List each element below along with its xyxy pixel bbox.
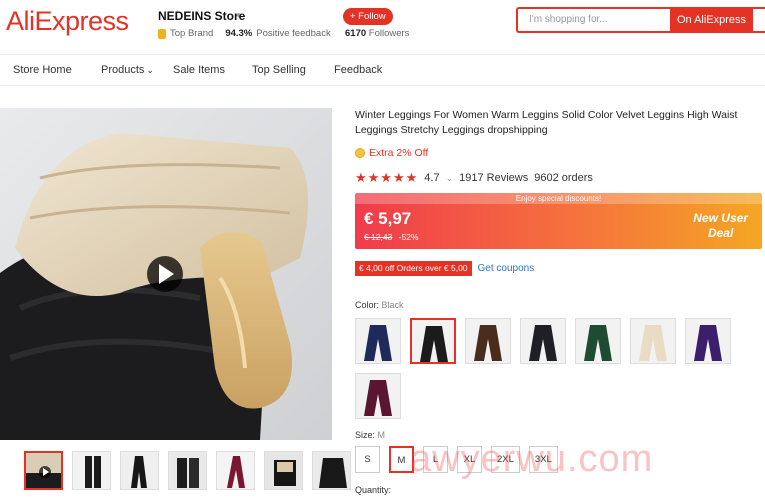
thumbnail[interactable] [72,451,111,490]
chevron-down-icon[interactable]: ▾ [236,10,241,21]
size-option-3xl[interactable]: 3XL [528,446,558,473]
extra-discount-label: Extra 2% Off [369,147,429,159]
price-banner: Enjoy special discounts! [355,193,762,204]
rating-value: 4.7 [424,172,440,184]
nav-products-label: Products [101,64,145,76]
color-swatch-purple[interactable] [685,318,731,364]
chevron-down-icon: ⌄ [146,65,154,75]
size-option-2xl[interactable]: 2XL [491,446,520,473]
color-label-text: Color: [355,300,380,310]
chevron-down-icon[interactable]: ⌄ [446,173,454,184]
store-name[interactable]: NEDEINS Store [158,9,245,23]
deal-label: Deal [707,226,734,240]
thumbnail[interactable] [24,451,63,490]
search-input[interactable]: I'm shopping for... [516,7,670,33]
size-label: Size: M [355,430,385,440]
aliexpress-logo[interactable]: AliExpress [6,6,129,37]
store-nav: Store Home Products ⌄ Sale Items Top Sell… [0,56,765,86]
thumbnail[interactable] [216,451,255,490]
color-swatch-charcoal[interactable] [520,318,566,364]
color-swatch-beige[interactable] [630,318,676,364]
size-options: S M L XL 2XL 3XL [355,446,558,473]
old-price-row: € 12,43 -52% [364,232,419,242]
store-badges: Top Brand 94.3% Positive feedback [158,28,331,39]
color-swatch-brown[interactable] [465,318,511,364]
nav-store-home[interactable]: Store Home [13,64,72,76]
coin-icon [355,148,365,158]
thumbnail-strip [24,451,351,490]
nav-sale-items[interactable]: Sale Items [173,64,225,76]
color-swatch-black[interactable] [410,318,456,364]
feedback-percent: 94.3% [225,28,253,39]
nav-top-selling[interactable]: Top Selling [252,64,306,76]
nav-products[interactable]: Products ⌄ [101,64,154,76]
followers-count: 6170 Followers [345,28,409,39]
color-label: Color: Black [355,300,404,310]
size-option-s[interactable]: S [355,446,380,473]
leggings-photo [0,108,332,440]
new-user-label: New User [693,211,748,225]
selected-size: M [377,430,386,440]
get-coupons-link[interactable]: Get coupons [478,263,535,274]
color-swatch-green[interactable] [575,318,621,364]
original-price: € 12,43 [364,232,393,242]
thumbnail[interactable] [264,451,303,490]
coupon-tag: € 4,00 off Orders over € 5,00 [355,261,472,276]
follow-button[interactable]: + Follow [343,8,393,25]
product-main-image[interactable] [0,108,332,440]
thumbnail[interactable] [312,451,351,490]
product-title: Winter Leggings For Women Warm Leggins S… [355,109,738,136]
size-option-xl[interactable]: XL [457,446,482,473]
followers-label: Followers [368,28,410,39]
quantity-label: Quantity: [355,485,392,495]
site-header: AliExpress NEDEINS Store ▾ Top Brand 94.… [0,0,765,55]
followers-number: 6170 [345,28,367,39]
selected-color: Black [381,300,404,310]
color-swatch-burgundy[interactable] [355,373,401,419]
thumbnail[interactable] [168,451,207,490]
price-box: Enjoy special discounts! € 5,97 € 12,43 … [355,193,762,249]
new-user-deal-badge[interactable]: New User Deal [693,211,748,241]
medal-icon [158,28,166,39]
color-swatches [355,318,735,419]
size-option-m[interactable]: M [389,446,414,473]
top-brand-label: Top Brand [170,28,214,39]
nav-feedback[interactable]: Feedback [334,64,382,76]
discount-percent: -52% [398,232,419,242]
orders-count: 9602 orders [534,172,593,184]
coupon-row: € 4,00 off Orders over € 5,00 Get coupon… [355,261,534,276]
thumbnail[interactable] [120,451,159,490]
search-extra-button[interactable] [753,7,765,33]
size-option-l[interactable]: L [423,446,448,473]
reviews-link[interactable]: 1917 Reviews [459,172,528,184]
star-rating-icon: ★★★★★ [355,170,419,185]
size-label-text: Size: [355,430,376,440]
feedback-label: Positive feedback [256,28,331,39]
rating-row: ★★★★★ 4.7 ⌄ 1917 Reviews 9602 orders [355,170,599,186]
current-price: € 5,97 [364,209,412,228]
search-button[interactable]: On AliExpress [670,7,753,33]
extra-discount: Extra 2% Off [355,147,428,159]
color-swatch-navy[interactable] [355,318,401,364]
